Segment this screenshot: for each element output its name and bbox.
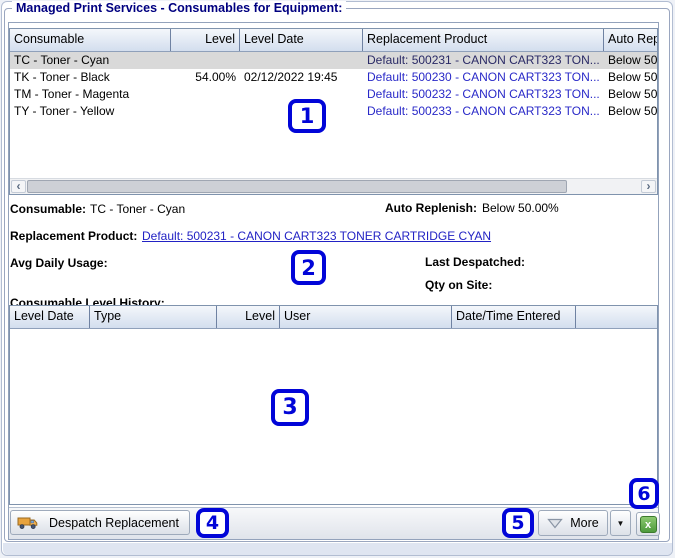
more-button[interactable]: More [538,510,608,536]
history-column-level[interactable]: Level [217,306,280,328]
consumable-name: TM - Toner - Magenta [14,87,130,101]
consumable-name: TK - Toner - Black [14,70,110,84]
chevron-down-icon [547,518,564,529]
consumable-label: Consumable: [10,202,87,216]
last-despatched-label: Last Despatched: [425,255,526,269]
scroll-right-button[interactable]: › [641,180,656,193]
history-table-header: Level Date Type Level User Date/Time Ent… [10,306,657,329]
auto-rep-value: Below 50. [608,87,657,101]
auto-replenish-value: Below 50.00% [482,201,559,215]
scroll-left-button[interactable]: ‹ [11,180,26,193]
annotation-badge-2: 2 [291,250,326,285]
horizontal-scrollbar[interactable]: ‹ › [10,178,657,194]
history-column-type[interactable]: Type [90,306,217,328]
column-header-auto-rep[interactable]: Auto Rep [604,29,657,51]
column-header-consumable[interactable]: Consumable [10,29,171,51]
consumable-level-date: 02/12/2022 19:45 [244,70,338,84]
consumable-level: 54.00% [195,70,236,84]
truck-icon [17,515,39,531]
replacement-product-detail-link[interactable]: Default: 500231 - CANON CART323 TONER CA… [142,229,491,243]
consumable-level-date [240,52,363,69]
group-box-title: Managed Print Services - Consumables for… [12,1,347,15]
annotation-badge-5: 5 [502,508,534,538]
replacement-product-link[interactable]: Default: 500230 - CANON CART323 TON... [363,69,604,86]
replacement-product-link[interactable]: Default: 500231 - CANON CART323 TON... [363,52,604,69]
more-dropdown-button[interactable]: ▼ [610,510,631,536]
consumable-value: TC - Toner - Cyan [90,202,186,216]
auto-rep-value: Below 50. [608,70,657,84]
consumables-table-header: Consumable Level Level Date Replacement … [10,29,657,52]
auto-rep-value: Below 50. [608,104,657,118]
auto-replenish-label: Auto Replenish: [385,201,477,215]
consumable-name: TY - Toner - Yellow [14,104,115,118]
dropdown-arrow-icon: ▼ [616,518,625,528]
replacement-product-link[interactable]: Default: 500233 - CANON CART323 TON... [363,103,604,120]
avg-daily-usage-label: Avg Daily Usage: [10,256,108,270]
consumable-level [171,86,240,103]
column-header-replacement-product[interactable]: Replacement Product [363,29,604,51]
replacement-product-label: Replacement Product: [10,229,138,243]
consumable-row-tk[interactable]: TK - Toner - Black 54.00% 02/12/2022 19:… [10,69,657,86]
despatch-replacement-label: Despatch Replacement [49,515,179,530]
despatch-replacement-button[interactable]: Despatch Replacement [10,510,190,535]
history-column-datetime-entered[interactable]: Date/Time Entered [452,306,576,328]
consumable-level [171,52,240,69]
consumable-row-ty[interactable]: TY - Toner - Yellow Default: 500233 - CA… [10,103,657,120]
column-header-level[interactable]: Level [171,29,240,51]
annotation-badge-1: 1 [288,99,326,133]
annotation-badge-6: 6 [629,478,659,509]
window-footer-strip [3,543,672,555]
more-label: More [570,516,599,530]
excel-export-button[interactable]: x [636,512,660,536]
annotation-badge-3: 3 [271,389,309,426]
consumables-table: Consumable Level Level Date Replacement … [9,28,658,195]
replacement-product-link[interactable]: Default: 500232 - CANON CART323 TON... [363,86,604,103]
managed-print-services-window: Managed Print Services - Consumables for… [0,0,675,558]
consumable-level [171,103,240,120]
history-column-user[interactable]: User [280,306,452,328]
annotation-badge-4: 4 [196,508,229,538]
consumable-name: TC - Toner - Cyan [14,53,110,67]
excel-icon: x [639,515,657,533]
qty-on-site-label: Qty on Site: [425,278,493,292]
history-column-filler [576,306,657,328]
consumable-row-tm[interactable]: TM - Toner - Magenta Default: 500232 - C… [10,86,657,103]
scroll-thumb[interactable] [27,180,567,193]
column-header-level-date[interactable]: Level Date [240,29,363,51]
consumable-row-tc[interactable]: TC - Toner - Cyan Default: 500231 - CANO… [10,52,657,69]
history-table: Level Date Type Level User Date/Time Ent… [9,305,658,505]
auto-rep-value: Below 50. [608,53,657,67]
history-column-level-date[interactable]: Level Date [10,306,90,328]
